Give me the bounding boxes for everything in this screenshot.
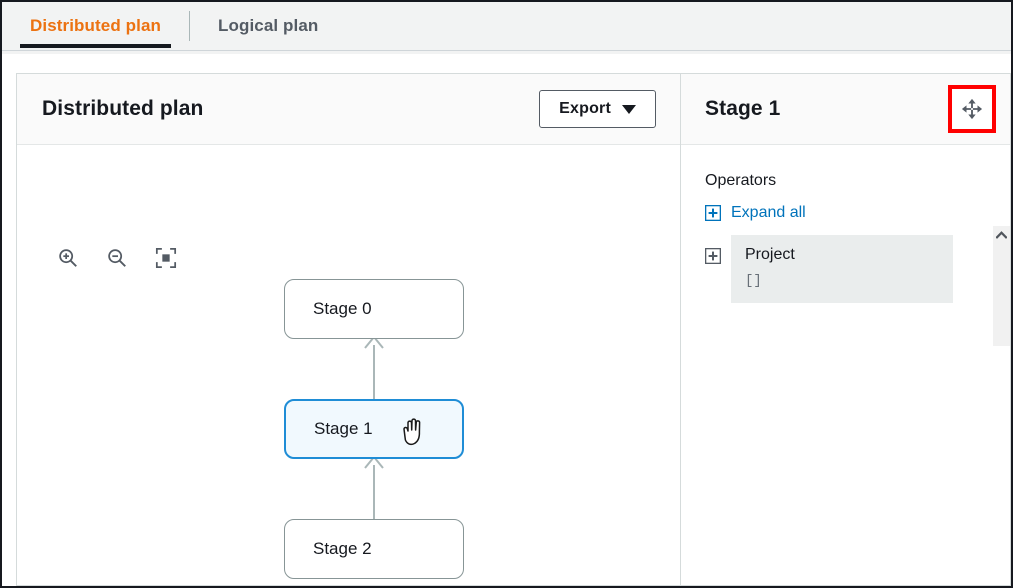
graph-node-stage-0[interactable]: Stage 0 [284,279,464,339]
chevron-down-icon [622,105,636,114]
expand-fullscreen-icon [961,98,983,120]
operators-section: Operators Expand all Project [] [681,145,1010,585]
plan-card: Distributed plan Export [16,73,1011,586]
graph-node-label: Stage 0 [313,299,372,319]
graph-node-stage-2[interactable]: Stage 2 [284,519,464,579]
export-button[interactable]: Export [539,90,656,128]
tab-bar-underline [2,50,1011,51]
plus-box-icon [705,205,721,221]
expand-operator-icon[interactable] [705,248,721,264]
expand-all-label: Expand all [731,204,806,222]
graph-node-stage-1[interactable]: Stage 1 [284,399,464,459]
stage-details-panel: Stage 1 Operators [681,74,1010,585]
graph-canvas: Stage 0 Stage 1 Stage 2 [17,145,680,585]
page-title: Distributed plan [42,97,203,121]
stage-details-header: Stage 1 [681,74,1010,145]
graph-node-label: Stage 1 [314,419,373,439]
export-button-label: Export [559,100,611,118]
expand-all-button[interactable]: Expand all [705,204,806,222]
operator-tree-row: Project [] [705,235,1010,303]
distributed-plan-panel: Distributed plan Export [17,74,681,585]
tab-distributed-plan-label: Distributed plan [24,16,167,36]
operator-name: Project [745,246,953,264]
operators-scrollbar[interactable] [993,226,1010,346]
operator-item-project[interactable]: Project [] [731,235,953,303]
graph-node-label: Stage 2 [313,539,372,559]
distributed-plan-header: Distributed plan Export [17,74,680,145]
stage-title: Stage 1 [705,97,780,121]
tab-bar: Distributed plan Logical plan [2,2,1011,54]
graph-area[interactable]: Stage 0 Stage 1 Stage 2 [17,145,680,585]
tab-logical-plan[interactable]: Logical plan [190,2,346,50]
operator-detail: [] [745,273,953,289]
tab-logical-plan-label: Logical plan [212,16,324,36]
operators-label: Operators [705,172,1010,190]
scroll-up-arrow-icon[interactable] [993,226,1010,243]
expand-panel-button[interactable] [948,85,996,133]
tab-distributed-plan[interactable]: Distributed plan [2,2,189,50]
